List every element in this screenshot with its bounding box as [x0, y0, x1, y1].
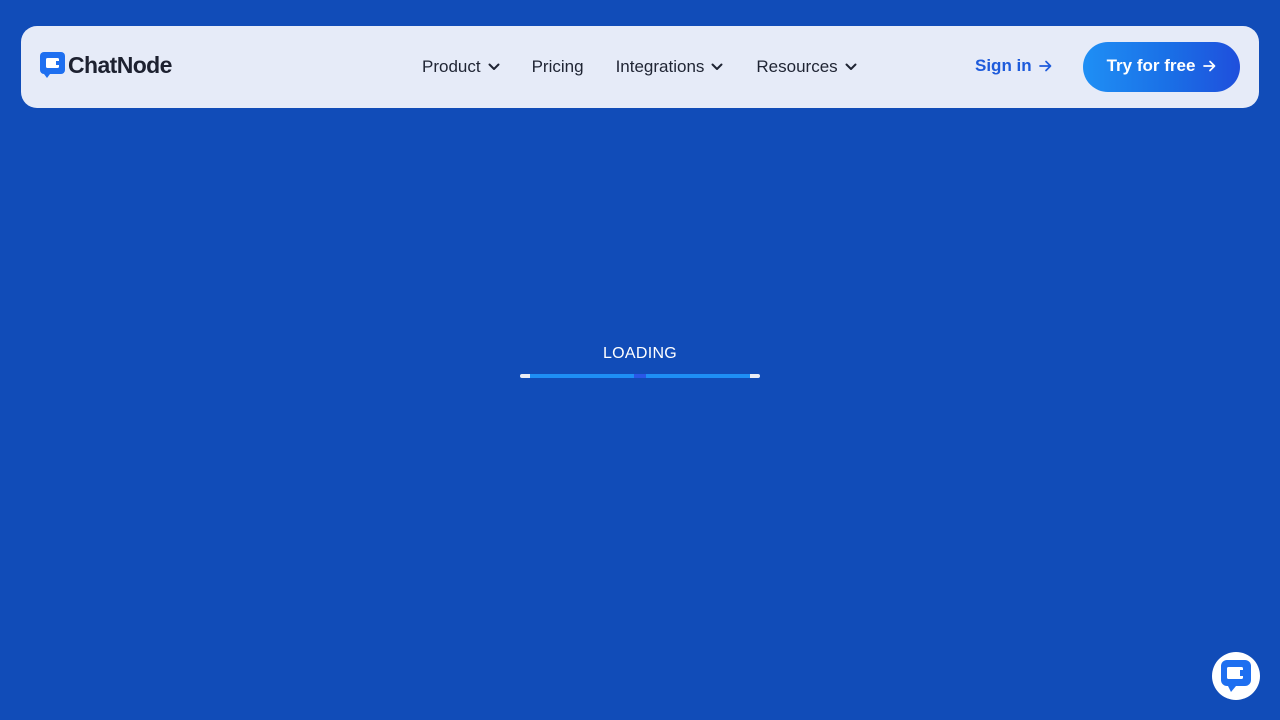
nav-item-pricing[interactable]: Pricing: [532, 57, 584, 77]
brand-logo[interactable]: ChatNode: [40, 52, 172, 78]
loading-progress-track: [520, 374, 760, 378]
chat-icon: [1221, 660, 1251, 692]
nav-item-label: Pricing: [531, 57, 584, 76]
nav-item-integrations[interactable]: Integrations: [616, 57, 724, 77]
chevron-down-icon: [845, 63, 857, 70]
nav-item-label: Resources: [756, 57, 838, 76]
top-navbar: ChatNode Product Pricing Integrations Re…: [21, 26, 1259, 108]
sign-in-link[interactable]: Sign in: [975, 56, 1052, 76]
chatnode-logo-icon: [40, 52, 65, 78]
nav-item-resources[interactable]: Resources: [756, 57, 857, 77]
chevron-down-icon: [488, 63, 500, 70]
cta-label: Try for free: [1106, 56, 1196, 75]
nav-item-label: Integrations: [615, 57, 705, 76]
arrow-right-icon: [1038, 60, 1052, 72]
arrow-right-icon: [1203, 60, 1216, 72]
loading-progress-marker: [634, 374, 646, 378]
try-for-free-button[interactable]: Try for free: [1083, 42, 1240, 92]
page: ChatNode Product Pricing Integrations Re…: [0, 0, 1280, 720]
chevron-down-icon: [711, 63, 723, 70]
loading-label: LOADING: [602, 345, 678, 362]
main-nav: Product Pricing Integrations Resources: [422, 56, 857, 78]
nav-item-product[interactable]: Product: [422, 57, 500, 77]
chat-widget-button[interactable]: [1212, 652, 1260, 700]
sign-in-label: Sign in: [975, 56, 1032, 75]
brand-name: ChatNode: [68, 52, 172, 78]
nav-item-label: Product: [422, 57, 481, 76]
loading-indicator: LOADING: [520, 344, 760, 378]
